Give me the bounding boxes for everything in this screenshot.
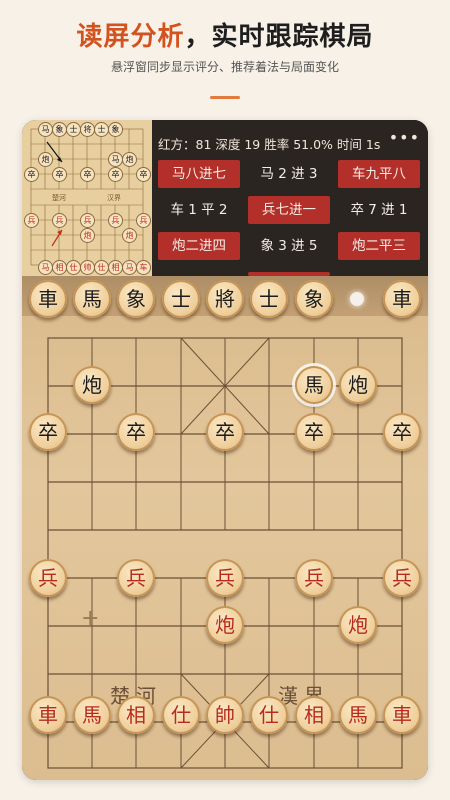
phone-screen: 楚河 汉界 马 象 士 将 士 象 炮 马 炮 卒 卒 卒 卒 卒 兵 兵 兵 … [22,120,428,780]
mini-piece: 帅 [80,260,95,275]
red-soldier[interactable]: 兵 [383,559,421,597]
red-soldier[interactable]: 兵 [117,559,155,597]
mini-piece: 马 [122,260,137,275]
red-chariot[interactable]: 車 [383,696,421,734]
mini-piece: 相 [108,260,123,275]
black-elephant[interactable]: 象 [295,280,333,318]
more-dots-icon[interactable]: ••• [389,128,420,147]
mini-piece: 仕 [66,260,81,275]
engine-stats: 红方：81 深度 19 胜率 51.0% 时间 1s [158,137,381,152]
move-item[interactable]: 车九平八 [338,160,420,188]
black-cannon[interactable]: 炮 [339,366,377,404]
black-advisor[interactable]: 士 [250,280,288,318]
move-item[interactable]: 兵七进一 [248,196,330,224]
black-soldier[interactable]: 卒 [206,413,244,451]
mini-piece: 炮 [80,228,95,243]
hero-title-accent: 读屏分析 [76,22,185,52]
red-horse[interactable]: 馬 [339,696,377,734]
mini-piece: 卒 [108,167,123,182]
analysis-panel: 红方：81 深度 19 胜率 51.0% 时间 1s ••• 马八进七 马 2 … [152,120,428,276]
mini-piece: 仕 [94,260,109,275]
red-advisor[interactable]: 仕 [162,696,200,734]
black-soldier[interactable]: 卒 [295,413,333,451]
mini-piece: 将 [80,122,95,137]
black-chariot[interactable]: 車 [383,280,421,318]
hero-title-rest: ，实时跟踪棋局 [184,22,374,52]
mini-piece: 士 [66,122,81,137]
move-item[interactable]: 马 2 进 3 [248,160,330,188]
mini-piece: 马 [38,260,53,275]
divider [210,96,240,99]
red-advisor[interactable]: 仕 [250,696,288,734]
mini-piece: 马 [38,122,53,137]
black-soldier[interactable]: 卒 [117,413,155,451]
red-chariot[interactable]: 車 [29,696,67,734]
mini-piece: 马 [108,152,123,167]
red-soldier[interactable]: 兵 [295,559,333,597]
red-elephant[interactable]: 相 [295,696,333,734]
move-item[interactable]: 炮二平三 [338,232,420,260]
chess-board[interactable]: 楚河 漢界 車 馬 象 士 將 士 象 車 炮 馬 炮 卒 卒 卒 卒 卒 兵 … [22,276,428,780]
red-cannon[interactable]: 炮 [339,606,377,644]
mini-board-grid [30,128,144,266]
hero-subtitle: 悬浮窗同步显示评分、推荐着法与局面变化 [110,60,339,74]
red-soldier[interactable]: 兵 [29,559,67,597]
move-item[interactable]: 卒 7 进 1 [338,196,420,224]
black-elephant[interactable]: 象 [117,280,155,318]
move-item[interactable]: 马八进七 [158,160,240,188]
red-soldier[interactable]: 兵 [206,559,244,597]
mini-piece: 象 [108,122,123,137]
mini-board[interactable]: 楚河 汉界 马 象 士 将 士 象 炮 马 炮 卒 卒 卒 卒 卒 兵 兵 兵 … [22,120,152,276]
red-elephant[interactable]: 相 [117,696,155,734]
mini-piece: 炮 [38,152,53,167]
black-chariot[interactable]: 車 [29,280,67,318]
mini-piece: 象 [52,122,67,137]
mini-piece: 兵 [108,213,123,228]
mini-piece: 车 [136,260,151,275]
mini-piece: 炮 [122,152,137,167]
move-item[interactable]: 炮二进四 [158,232,240,260]
mini-piece: 卒 [136,167,151,182]
black-horse-selected[interactable]: 馬 [295,366,333,404]
black-advisor[interactable]: 士 [162,280,200,318]
black-soldier[interactable]: 卒 [29,413,67,451]
red-horse[interactable]: 馬 [73,696,111,734]
black-general[interactable]: 將 [206,280,244,318]
mini-piece: 卒 [52,167,67,182]
mini-piece: 兵 [136,213,151,228]
mini-piece: 炮 [122,228,137,243]
cursor-crosshair-icon: + [81,606,100,631]
mini-piece: 卒 [80,167,95,182]
black-horse[interactable]: 馬 [73,280,111,318]
move-item[interactable]: 车 1 平 2 [158,196,240,224]
mini-piece: 兵 [24,213,39,228]
mini-piece: 相 [52,260,67,275]
black-cannon[interactable]: 炮 [73,366,111,404]
mini-river-left: 楚河 [52,194,66,202]
move-item[interactable]: 象 3 进 5 [248,232,330,260]
mini-piece: 兵 [52,213,67,228]
black-soldier[interactable]: 卒 [383,413,421,451]
mini-piece: 士 [94,122,109,137]
hero-title: 读屏分析，实时跟踪棋局 [0,16,450,53]
red-cannon[interactable]: 炮 [206,606,244,644]
mini-river-right: 汉界 [107,194,121,202]
move-target-indicator[interactable] [350,292,364,306]
red-general[interactable]: 帥 [206,696,244,734]
mini-piece: 兵 [80,213,95,228]
mini-piece: 卒 [24,167,39,182]
